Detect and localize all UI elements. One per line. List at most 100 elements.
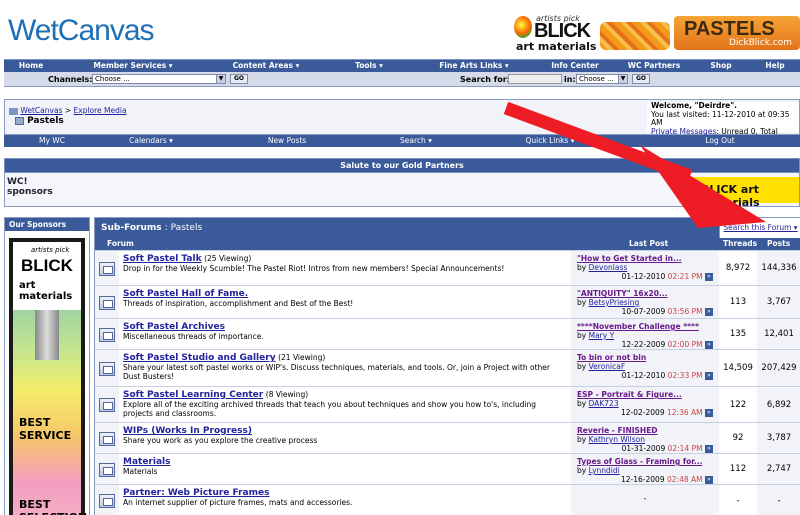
nav-help[interactable]: Help	[750, 60, 800, 72]
channels-go-button[interactable]: GO	[230, 74, 248, 84]
go-to-last-post-icon[interactable]: »	[705, 308, 713, 316]
go-to-last-post-icon[interactable]: »	[705, 445, 713, 453]
nav-fine-arts-links[interactable]: Fine Arts Links ▾	[414, 60, 534, 72]
threads-count: 8,972	[719, 251, 757, 285]
col-forum: Forum	[107, 239, 134, 248]
pastels-banner[interactable]: PASTELS DickBlick.com	[600, 12, 800, 52]
forum-folder-icon	[99, 362, 115, 376]
channels-label: Channels:	[48, 75, 93, 84]
last-post-empty: -	[643, 494, 647, 503]
col-threads: Threads	[723, 239, 758, 248]
search-go-button[interactable]: GO	[632, 74, 650, 84]
last-post-cell: Reverie - FINISHED by Kathryn Wilson 01-…	[573, 423, 717, 453]
last-post-time: 02:00 PM	[667, 340, 703, 349]
last-post-user-link[interactable]: Lynndidi	[589, 466, 620, 475]
posts-count: 207,429	[757, 350, 800, 386]
breadcrumb-separator: >	[64, 106, 72, 115]
subnav-new-posts[interactable]: New Posts	[202, 135, 372, 147]
forum-row: Partner: Web Picture Frames An internet …	[95, 484, 800, 515]
wetcanvas-logo[interactable]: WetCanvas	[8, 14, 155, 48]
forum-name-link[interactable]: Soft Pastel Archives	[123, 322, 225, 332]
col-last-post: Last Post	[629, 239, 669, 248]
breadcrumb: WetCanvas > Explore Media Pastels	[7, 102, 643, 132]
forum-cell: Soft Pastel Talk (25 Viewing) Drop in fo…	[119, 251, 571, 285]
blick-partner-banner[interactable]: BLICK art materials	[679, 177, 799, 209]
go-to-last-post-icon[interactable]: »	[705, 476, 713, 484]
breadcrumb-parent-link[interactable]: Explore Media	[74, 106, 127, 115]
forum-name-link[interactable]: Partner: Web Picture Frames	[123, 488, 269, 498]
last-post-by: by	[577, 263, 587, 272]
forum-folder-icon	[99, 432, 115, 446]
forum-row: Soft Pastel Talk (25 Viewing) Drop in fo…	[95, 250, 800, 285]
column-headers: Forum Last Post Threads Posts	[95, 238, 800, 250]
last-post-title-link[interactable]: Reverie - FINISHED	[577, 426, 713, 435]
forum-name-link[interactable]: WIPs (Works In Progress)	[123, 426, 252, 436]
forum-row: Soft Pastel Hall of Fame. Threads of ins…	[95, 285, 800, 318]
go-to-last-post-icon[interactable]: »	[705, 409, 713, 417]
last-post-date: 10-07-2009	[621, 307, 666, 316]
nav-tools[interactable]: Tools ▾	[324, 60, 414, 72]
posts-count: -	[757, 485, 800, 515]
sponsors-heading: Our Sponsors	[5, 218, 89, 231]
last-post-cell: To bin or not bin by VeronicaF 01-12-201…	[573, 350, 717, 386]
forum-home-icon[interactable]	[9, 107, 18, 115]
last-post-title-link[interactable]: To bin or not bin	[577, 353, 713, 362]
blick-sponsor-ad[interactable]: artists pick BLICK art materials BEST SE…	[9, 238, 87, 515]
subnav-calendars[interactable]: Calendars ▾	[100, 135, 202, 147]
forum-name-link[interactable]: Soft Pastel Hall of Fame.	[123, 289, 248, 299]
search-in-select[interactable]: Choose ... ▼	[576, 74, 628, 84]
forum-row: Soft Pastel Studio and Gallery (21 Viewi…	[95, 349, 800, 386]
forum-row: WIPs (Works In Progress) Share you work …	[95, 422, 800, 453]
paint-splash-image: BEST SERVICE BEST SELECTION	[13, 310, 87, 515]
forum-name-link[interactable]: Soft Pastel Talk	[123, 254, 202, 264]
last-post-user-link[interactable]: DAK723	[589, 399, 619, 408]
welcome-panel: Welcome, "Deirdre". You last visited: 11…	[647, 101, 799, 144]
nav-wc-partners[interactable]: WC Partners	[616, 60, 692, 72]
forum-name-link[interactable]: Soft Pastel Learning Center	[123, 390, 263, 400]
last-post-title-link[interactable]: "How to Get Started in...	[577, 254, 713, 263]
nav-member-services[interactable]: Member Services ▾	[58, 60, 208, 72]
last-visited-text: You last visited: 11-12-2010 at 09:35 AM	[651, 109, 790, 127]
last-post-title-link[interactable]: Types of Glass - Framing for...	[577, 457, 713, 466]
wc-sponsors-logo[interactable]: WC! sponsors	[7, 177, 59, 203]
last-post-time: 12:36 AM	[667, 408, 703, 417]
forum-row: Soft Pastel Learning Center (8 Viewing) …	[95, 386, 800, 422]
search-this-forum-link[interactable]: Search this Forum ▾	[719, 218, 800, 238]
last-post-title-link[interactable]: "ANTIQUITY" 16x20...	[577, 289, 713, 298]
channels-select[interactable]: Choose ... ▼	[92, 74, 226, 84]
forum-description: Miscellaneous threads of importance.	[123, 332, 264, 341]
breadcrumb-root-link[interactable]: WetCanvas	[20, 106, 62, 115]
forum-folder-icon	[99, 398, 115, 412]
last-post-cell: ****November Challenge **** by Mary Y 12…	[573, 319, 717, 349]
last-post-time: 02:48 AM	[667, 475, 703, 484]
subnav-my-wc[interactable]: My WC	[4, 135, 100, 147]
go-to-last-post-icon[interactable]: »	[705, 273, 713, 281]
channels-select-value: Choose ...	[95, 75, 130, 83]
nav-content-areas[interactable]: Content Areas ▾	[208, 60, 324, 72]
nav-shop[interactable]: Shop	[692, 60, 750, 72]
blick-logo[interactable]: artists pick BLICK art materials	[512, 14, 598, 54]
last-post-user-link[interactable]: Devonlass	[589, 263, 628, 272]
last-post-date: 01-12-2010	[621, 272, 666, 281]
forum-name-link[interactable]: Soft Pastel Studio and Gallery	[123, 353, 276, 363]
subnav-quick-links[interactable]: Quick Links ▾	[460, 135, 640, 147]
last-post-user-link[interactable]: BetsyPriesing	[589, 298, 640, 307]
last-post-cell: ESP - Portrait & Figure... by DAK723 12-…	[573, 387, 717, 422]
last-post-title-link[interactable]: ESP - Portrait & Figure...	[577, 390, 713, 399]
subnav-search[interactable]: Search ▾	[372, 135, 460, 147]
last-post-user-link[interactable]: Mary Y	[589, 331, 615, 340]
forum-name-link[interactable]: Materials	[123, 457, 170, 467]
nav-info-center[interactable]: Info Center	[534, 60, 616, 72]
chevron-down-icon: ▼	[618, 75, 627, 83]
chevron-down-icon: ▼	[216, 75, 225, 83]
go-to-last-post-icon[interactable]: »	[705, 372, 713, 380]
last-post-date: 12-16-2009	[621, 475, 665, 484]
last-post-user-link[interactable]: Kathryn Wilson	[589, 435, 645, 444]
nav-home[interactable]: Home	[4, 60, 58, 72]
last-post-title-link[interactable]: ****November Challenge ****	[577, 322, 713, 331]
forum-description: An internet supplier of picture frames, …	[123, 498, 353, 507]
last-post-user-link[interactable]: VeronicaF	[589, 362, 626, 371]
search-input[interactable]	[508, 74, 562, 84]
subnav-log-out[interactable]: Log Out	[640, 135, 800, 147]
go-to-last-post-icon[interactable]: »	[705, 341, 713, 349]
